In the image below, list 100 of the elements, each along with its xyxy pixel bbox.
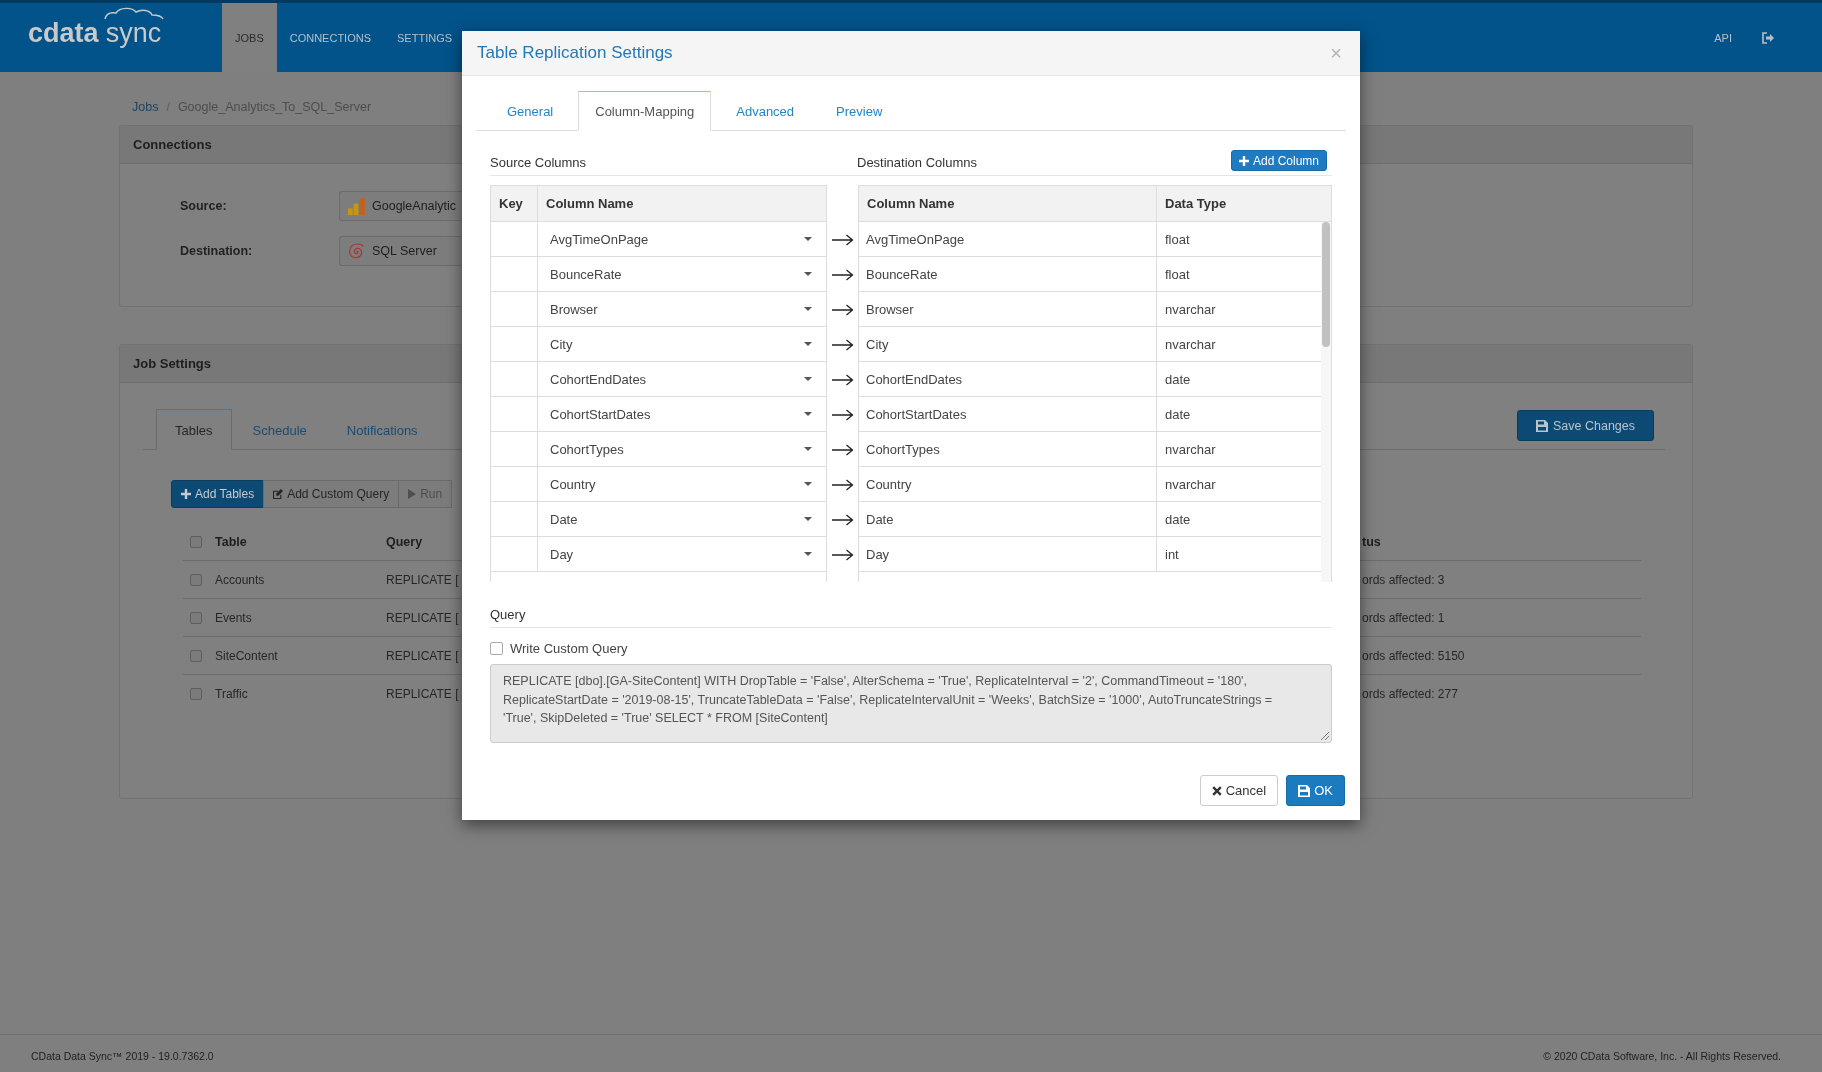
column-header: Column Name — [545, 195, 635, 213]
table-cell: CohortStartDates — [866, 406, 967, 422]
table-cell: nvarchar — [1165, 336, 1216, 352]
arrow-icon — [831, 443, 854, 456]
arrow-icon — [831, 478, 854, 491]
tab[interactable]: Notifications — [327, 409, 437, 450]
caret-icon — [804, 272, 812, 276]
column-select[interactable]: Browser — [538, 292, 826, 326]
ok-button[interactable]: OK — [1286, 775, 1345, 806]
tab[interactable]: Column-Mapping — [578, 91, 712, 131]
checkbox[interactable] — [190, 573, 202, 586]
column-select[interactable]: AvgTimeOnPage — [538, 222, 826, 256]
table-cell: Date — [866, 511, 894, 527]
scrollbar-thumb[interactable] — [1322, 222, 1330, 347]
table-cell-text: ords affected: 3 — [1361, 572, 1445, 587]
arrow-icon — [831, 268, 854, 281]
table-cell: nvarchar — [1165, 441, 1216, 457]
tab[interactable]: Advanced — [719, 91, 812, 131]
save-icon — [1298, 784, 1311, 797]
table-cell: CohortEndDates — [866, 371, 963, 387]
tab[interactable]: Tables — [156, 409, 232, 450]
table-cell: REPLICATE [ — [386, 687, 459, 701]
nav-tab[interactable]: CONNECTIONS — [276, 3, 384, 72]
column-header: Key — [491, 186, 538, 221]
column-select[interactable]: City — [538, 327, 826, 361]
table-cell: SiteContent — [215, 648, 278, 663]
checkbox[interactable] — [190, 536, 202, 548]
plus-icon — [181, 489, 191, 499]
tab[interactable]: Preview — [819, 91, 900, 131]
close-icon — [1211, 785, 1222, 796]
column-select[interactable]: CohortTypes — [538, 432, 826, 466]
nav-tab[interactable]: SETTINGS — [384, 3, 466, 72]
table-cell: float — [1165, 231, 1190, 247]
cloud-outline-icon — [103, 6, 164, 20]
section-title: Source Columns — [490, 155, 588, 170]
version-text: CData Data Sync™ 2019 - 19.0.7362.0 — [31, 1049, 214, 1062]
arrow-icon — [831, 233, 854, 246]
table-cell: Country — [866, 476, 912, 492]
tab[interactable]: General — [490, 91, 571, 131]
table-cell: BounceRate — [866, 266, 938, 282]
column-select[interactable]: Country — [538, 467, 826, 501]
column-select[interactable]: CohortEndDates — [538, 362, 826, 396]
save-changes-button[interactable]: Save Changes — [1517, 410, 1654, 441]
caret-icon — [804, 237, 812, 241]
column-select[interactable]: Day — [538, 537, 826, 571]
table-cell: date — [1165, 406, 1191, 422]
copyright-text: © 2020 CData Software, Inc. - All Rights Reserved. — [1543, 1049, 1781, 1062]
table-cell-text: ords affected: 5150 — [1361, 648, 1465, 663]
field-label: Destination: — [180, 244, 254, 258]
column-select[interactable]: CohortStartDates — [538, 397, 826, 431]
column-header: Data Type — [1164, 195, 1228, 213]
breadcrumb-link[interactable]: Jobs — [132, 98, 159, 117]
column-select[interactable]: Date — [538, 502, 826, 536]
nav-tab[interactable]: JOBS — [222, 3, 277, 72]
arrow-icon — [831, 373, 854, 386]
table-cell: nvarchar — [1165, 476, 1216, 492]
checkbox[interactable] — [190, 611, 202, 624]
caret-icon — [804, 482, 812, 486]
table-cell: int — [1165, 546, 1179, 562]
table-cell: Day — [866, 546, 890, 562]
column-select[interactable]: BounceRate — [538, 257, 826, 291]
caret-icon — [804, 552, 812, 556]
dialog-title: Table Replication Settings — [477, 43, 673, 63]
table-cell: Browser — [866, 301, 914, 317]
table-cell-text: ords affected: 1 — [1361, 610, 1445, 625]
bar-chart-icon — [348, 197, 365, 215]
tab[interactable]: Schedule — [233, 409, 326, 450]
connection-field[interactable]: SQL Server — [339, 236, 462, 266]
checkbox-label: Write Custom Query — [510, 640, 628, 656]
field-label: Source: — [180, 199, 228, 213]
caret-icon — [804, 447, 812, 451]
checkbox[interactable] — [190, 649, 202, 662]
table-cell: REPLICATE [ — [386, 572, 459, 587]
arrow-icon — [831, 408, 854, 421]
add-custom-query-button[interactable]: Add Custom Query — [263, 480, 400, 508]
table-cell: date — [1165, 371, 1191, 387]
add-tables-button[interactable]: Add Tables — [171, 480, 265, 508]
logout-icon[interactable] — [1762, 31, 1774, 44]
table-cell: date — [1165, 511, 1191, 527]
play-icon — [408, 489, 417, 499]
table-cell-text: ords affected: 277 — [1361, 687, 1458, 701]
table-cell: AvgTimeOnPage — [866, 231, 965, 247]
table-cell: REPLICATE [ — [386, 648, 459, 663]
connection-field[interactable]: GoogleAnalytic — [339, 191, 462, 221]
edit-icon — [273, 489, 284, 499]
table-cell: Traffic — [215, 687, 248, 701]
table-cell: Accounts — [215, 572, 265, 587]
save-icon — [1536, 419, 1548, 432]
logo-wordmark: cdata — [28, 20, 99, 47]
table-cell: CohortTypes — [866, 441, 940, 457]
caret-icon — [804, 412, 812, 416]
api-link[interactable]: API — [1714, 31, 1732, 44]
plus-icon — [1238, 155, 1249, 166]
checkbox[interactable] — [190, 688, 202, 700]
cancel-button[interactable]: Cancel — [1199, 775, 1279, 806]
add-column-button[interactable]: Add Column — [1230, 150, 1327, 171]
column-header: Table — [215, 535, 247, 549]
caret-icon — [804, 517, 812, 521]
panel-title: Job Settings — [133, 356, 211, 371]
arrow-icon — [831, 513, 854, 526]
